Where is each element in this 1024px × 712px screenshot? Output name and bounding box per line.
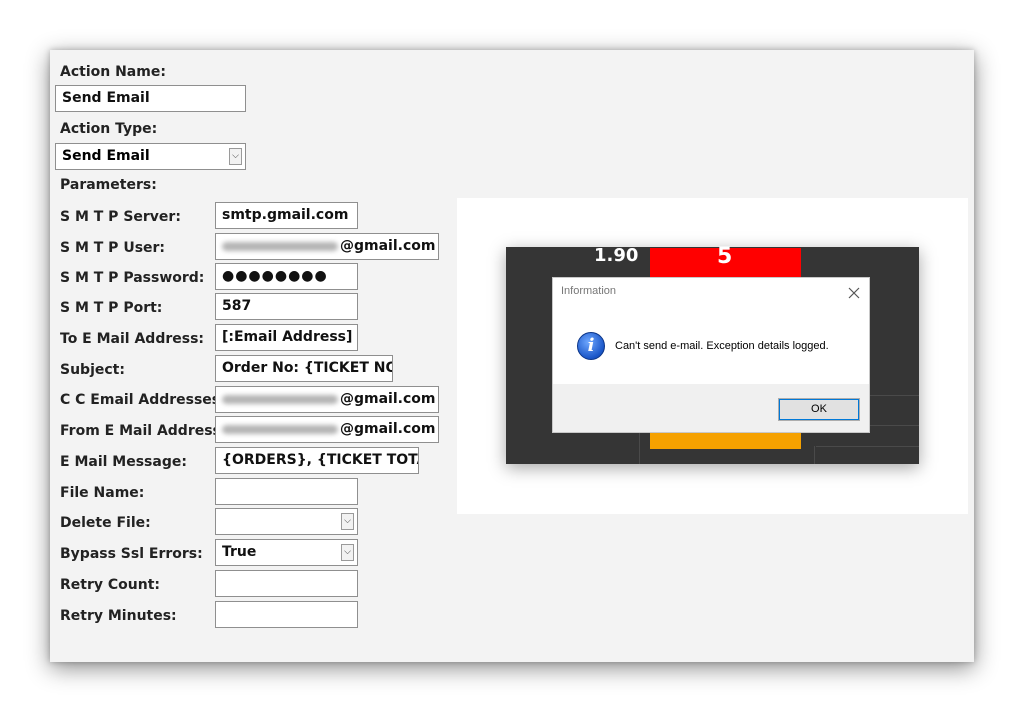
smtp-password-label: S M T P Password:	[60, 270, 205, 286]
delete-file-select[interactable]: ⌵	[215, 508, 358, 535]
email-message-input[interactable]: {ORDERS}, {TICKET TOTAL}	[215, 447, 419, 474]
file-name-input[interactable]	[215, 478, 358, 505]
action-type-select[interactable]: Send Email ⌵	[55, 143, 246, 170]
retry-count-input[interactable]	[215, 570, 358, 597]
redacted-text	[222, 424, 338, 434]
delete-file-label: Delete File:	[60, 515, 151, 531]
dialog-message: Can't send e-mail. Exception details log…	[615, 340, 829, 352]
to-email-label: To E Mail Address:	[60, 331, 205, 347]
action-name-input[interactable]: Send Email	[55, 85, 246, 112]
retry-minutes-input[interactable]	[215, 601, 358, 628]
smtp-user-domain: @gmail.com	[340, 238, 436, 254]
smtp-port-input[interactable]: 587	[215, 293, 358, 320]
chevron-down-icon[interactable]: ⌵	[341, 544, 354, 561]
ok-button[interactable]: OK	[778, 398, 860, 421]
cc-email-label: C C Email Addresses:	[60, 392, 226, 408]
email-message-label: E Mail Message:	[60, 454, 187, 470]
parameters-label: Parameters:	[60, 177, 157, 193]
retry-minutes-label: Retry Minutes:	[60, 608, 177, 624]
bypass-ssl-select[interactable]: True ⌵	[215, 539, 358, 566]
from-email-input[interactable]: @gmail.com	[215, 416, 439, 443]
close-icon[interactable]	[848, 281, 860, 304]
amount-value: 1.90	[594, 245, 639, 266]
information-dialog: Information i Can't send e-mail. Excepti…	[552, 277, 870, 433]
smtp-port-label: S M T P Port:	[60, 300, 163, 316]
bypass-ssl-value: True	[222, 544, 257, 560]
to-email-input[interactable]: [:Email Address]	[215, 324, 358, 351]
info-icon: i	[577, 332, 605, 360]
from-email-label: From E Mail Address:	[60, 423, 227, 439]
red-tile-value: 5	[717, 244, 733, 269]
divider	[814, 446, 815, 464]
retry-count-label: Retry Count:	[60, 577, 160, 593]
bypass-ssl-label: Bypass Ssl Errors:	[60, 546, 203, 562]
redacted-text	[222, 394, 338, 404]
smtp-user-input[interactable]: @gmail.com	[215, 233, 439, 260]
from-email-domain: @gmail.com	[340, 421, 436, 437]
cc-email-input[interactable]: @gmail.com	[215, 386, 439, 413]
action-type-label: Action Type:	[60, 121, 158, 137]
divider	[816, 446, 919, 447]
chevron-down-icon[interactable]: ⌵	[229, 148, 242, 165]
dialog-title: Information	[561, 285, 617, 297]
action-type-value: Send Email	[62, 148, 150, 164]
subject-label: Subject:	[60, 362, 125, 378]
cc-email-domain: @gmail.com	[340, 391, 436, 407]
file-name-label: File Name:	[60, 485, 145, 501]
action-name-label: Action Name:	[60, 64, 166, 80]
smtp-user-label: S M T P User:	[60, 240, 166, 256]
smtp-server-label: S M T P Server:	[60, 209, 181, 225]
chevron-down-icon[interactable]: ⌵	[341, 513, 354, 530]
smtp-server-input[interactable]: smtp.gmail.com	[215, 202, 358, 229]
subject-input[interactable]: Order No: {TICKET NO}	[215, 355, 393, 382]
smtp-password-input[interactable]: ●●●●●●●●	[215, 263, 358, 290]
redacted-text	[222, 241, 338, 251]
